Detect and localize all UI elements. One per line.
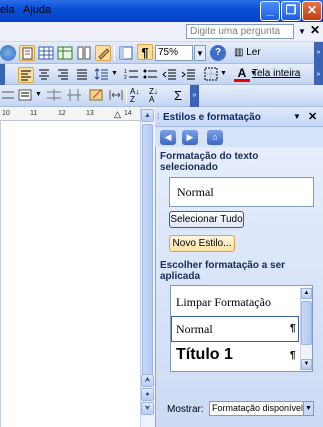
distribute-rows-icon[interactable] [46, 88, 62, 104]
distribute-columns-icon[interactable] [66, 88, 82, 104]
menu-item-janela[interactable]: ela [0, 4, 15, 16]
chevron-down-icon[interactable]: ▼ [111, 70, 118, 77]
chevron-down-icon[interactable]: ▼ [194, 45, 206, 61]
ask-question-input[interactable]: Digite uma pergunta [186, 24, 294, 39]
numbering-icon[interactable]: 12 [124, 67, 140, 83]
drawing-icon[interactable] [95, 45, 111, 61]
toolbar-options-icon[interactable]: » [314, 64, 323, 85]
toolbar-options-icon[interactable]: » [314, 42, 323, 64]
autofit-icon[interactable] [108, 88, 124, 104]
select-all-button[interactable]: Selecionar Tudo [169, 211, 244, 228]
menu-item-ajuda[interactable]: Ajuda [23, 4, 51, 16]
ruler-tick: 13 [86, 110, 94, 117]
new-style-button[interactable]: Novo Estilo... [169, 235, 235, 252]
scrollbar-thumb[interactable] [142, 124, 153, 384]
close-button[interactable]: ✕ [302, 1, 322, 21]
help-icon[interactable]: ? [210, 45, 226, 61]
chevron-down-icon[interactable]: ▼ [303, 401, 314, 416]
ruler-tick: 11 [30, 110, 38, 117]
book-icon: ▥ [234, 47, 244, 58]
ruler-tick: 14 [124, 110, 132, 117]
style-item-normal-label: Normal [176, 322, 213, 336]
separator [126, 88, 127, 104]
toolbar-options-icon[interactable]: » [190, 85, 199, 107]
style-item-heading1[interactable]: Título 1 [176, 346, 233, 364]
paragraph-mark-icon: ¶ [290, 350, 296, 361]
autosum-icon[interactable]: Σ [170, 88, 186, 104]
close-document-icon[interactable]: ✕ [310, 23, 320, 37]
styles-pane-icon[interactable] [19, 45, 35, 61]
borders-icon[interactable] [204, 67, 220, 83]
scroll-up-icon[interactable]: ▲ [141, 109, 154, 122]
merge-cells-icon[interactable] [1, 88, 17, 104]
indent-marker-icon[interactable]: △ [114, 109, 121, 120]
scroll-down-icon[interactable]: ▼ [301, 359, 312, 370]
back-icon[interactable]: ◀ [160, 130, 176, 145]
justify-icon[interactable] [75, 67, 91, 83]
table-autoformat-icon[interactable] [89, 88, 105, 104]
align-center-icon[interactable] [37, 67, 53, 83]
scrollbar-thumb[interactable] [301, 301, 312, 345]
align-left-icon[interactable] [18, 67, 34, 83]
separator [114, 45, 115, 61]
font-color-icon[interactable]: A [234, 66, 250, 82]
full-screen-button[interactable]: Tela inteira [252, 68, 300, 79]
increase-indent-icon[interactable] [181, 67, 197, 83]
selected-text-heading: Formatação do texto selecionado [160, 151, 259, 173]
spreadsheet-icon[interactable] [57, 45, 73, 61]
task-pane-title: Estilos e formatação [163, 112, 261, 123]
browse-object-icon[interactable]: ● [141, 388, 154, 401]
show-label: Mostrar: [167, 404, 204, 415]
toolbar-grip[interactable] [0, 64, 5, 85]
ruler-tick: 12 [58, 110, 66, 117]
chevron-down-icon[interactable]: ▼ [220, 70, 227, 77]
sort-ascending-icon[interactable]: A↓ Z [130, 88, 146, 104]
align-right-icon[interactable] [56, 67, 72, 83]
scroll-up-icon[interactable]: ▲ [301, 288, 312, 299]
chevron-down-icon[interactable]: ▼ [35, 91, 42, 98]
line-spacing-icon[interactable] [94, 67, 110, 83]
research-icon[interactable] [0, 45, 16, 61]
align-cell-icon[interactable] [18, 88, 34, 104]
zoom-select[interactable]: 75% [155, 45, 193, 61]
show-formatting-marks-button[interactable]: ¶ [137, 44, 153, 60]
next-page-icon[interactable]: ⮟ [141, 402, 154, 415]
home-icon[interactable]: ⌂ [207, 130, 223, 145]
apply-formatting-heading: Escolher formatação a ser aplicada [160, 260, 286, 282]
chevron-down-icon[interactable]: ▼ [297, 24, 307, 39]
previous-page-icon[interactable]: ⮝ [141, 374, 154, 387]
grip-icon[interactable]: ⁞ [157, 112, 159, 121]
task-pane-nav [155, 127, 323, 147]
bullets-icon[interactable] [143, 67, 159, 83]
chevron-down-icon[interactable]: ▼ [293, 112, 301, 121]
table-icon[interactable] [38, 45, 54, 61]
close-pane-icon[interactable]: ✕ [308, 110, 317, 123]
document-canvas[interactable] [0, 121, 140, 427]
sort-descending-icon[interactable]: Z↓ A [149, 88, 165, 104]
ruler-tick: 10 [2, 110, 10, 117]
style-item-clear-formatting[interactable]: Limpar Formatação [176, 295, 304, 310]
forward-icon[interactable]: ▶ [182, 130, 198, 145]
read-label: Ler [246, 47, 261, 58]
show-select[interactable]: Formatação disponível [209, 401, 304, 416]
current-style-name: Normal [177, 185, 214, 199]
columns-icon[interactable] [76, 45, 92, 61]
paragraph-mark-icon: ¶ [290, 323, 296, 334]
minimize-button[interactable]: _ [260, 1, 280, 21]
restore-button[interactable]: ❐ [281, 1, 301, 21]
document-map-icon[interactable] [118, 45, 134, 61]
decrease-indent-icon[interactable] [162, 67, 178, 83]
read-button[interactable]: ▥ Ler [232, 44, 270, 61]
svg-text:2: 2 [124, 75, 127, 81]
